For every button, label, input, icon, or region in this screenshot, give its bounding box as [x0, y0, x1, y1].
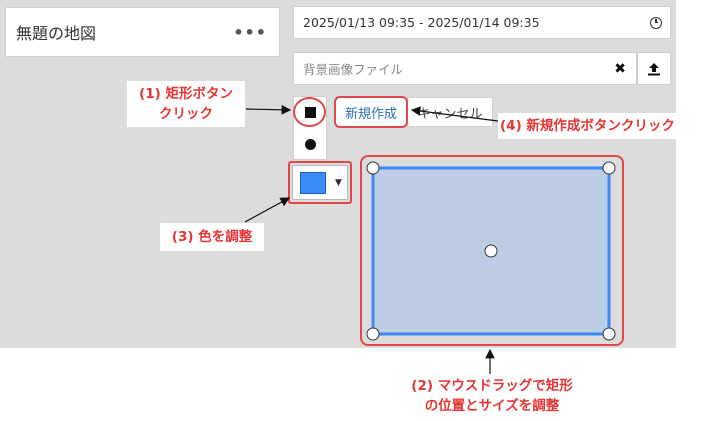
callout-step1-line2: クリック [159, 106, 213, 122]
time-range-field[interactable]: 2025/01/13 09:35 - 2025/01/14 09:35 [293, 6, 671, 39]
clock-icon[interactable] [650, 16, 662, 29]
circle-icon [304, 139, 316, 150]
cancel-button[interactable]: キャンセル [407, 97, 493, 127]
more-menu-button[interactable]: ••• [233, 23, 267, 42]
callout-step2: (2) マウスドラッグで矩形 の位置とサイズを調整 [373, 376, 611, 420]
callout-step1: (1) 矩形ボタン クリック [127, 81, 245, 127]
clear-icon[interactable]: ✖ [614, 61, 626, 77]
callout-step1-line1: (1) 矩形ボタン [139, 86, 233, 102]
create-button-highlight [334, 96, 408, 128]
resize-handle-bottom-left[interactable] [366, 327, 380, 341]
callout-step2-line2: の位置とサイズを調整 [424, 398, 560, 414]
point-tool-button[interactable] [294, 129, 326, 160]
rectangle-button-highlight [293, 97, 326, 127]
color-button-highlight [288, 161, 352, 204]
background-image-file-input[interactable]: 背景画像ファイル ✖ [293, 52, 637, 85]
map-title: 無題の地図 [16, 24, 97, 43]
upload-button[interactable] [637, 52, 671, 85]
resize-handle-top-right[interactable] [602, 161, 616, 175]
time-range-text: 2025/01/13 09:35 - 2025/01/14 09:35 [303, 15, 540, 30]
drawn-rectangle-layer [360, 155, 624, 346]
callout-step4: (4) 新規作成ボタンクリック [498, 113, 703, 139]
upload-icon [648, 62, 660, 75]
resize-handle-top-left[interactable] [366, 161, 380, 175]
move-handle-center[interactable] [484, 244, 498, 258]
resize-handle-bottom-right[interactable] [602, 327, 616, 341]
background-image-placeholder: 背景画像ファイル [303, 62, 404, 77]
map-title-panel: 無題の地図 ••• [5, 7, 280, 57]
callout-step2-line1: (2) マウスドラッグで矩形 [411, 378, 573, 394]
callout-step3: (3) 色を調整 [160, 223, 264, 251]
